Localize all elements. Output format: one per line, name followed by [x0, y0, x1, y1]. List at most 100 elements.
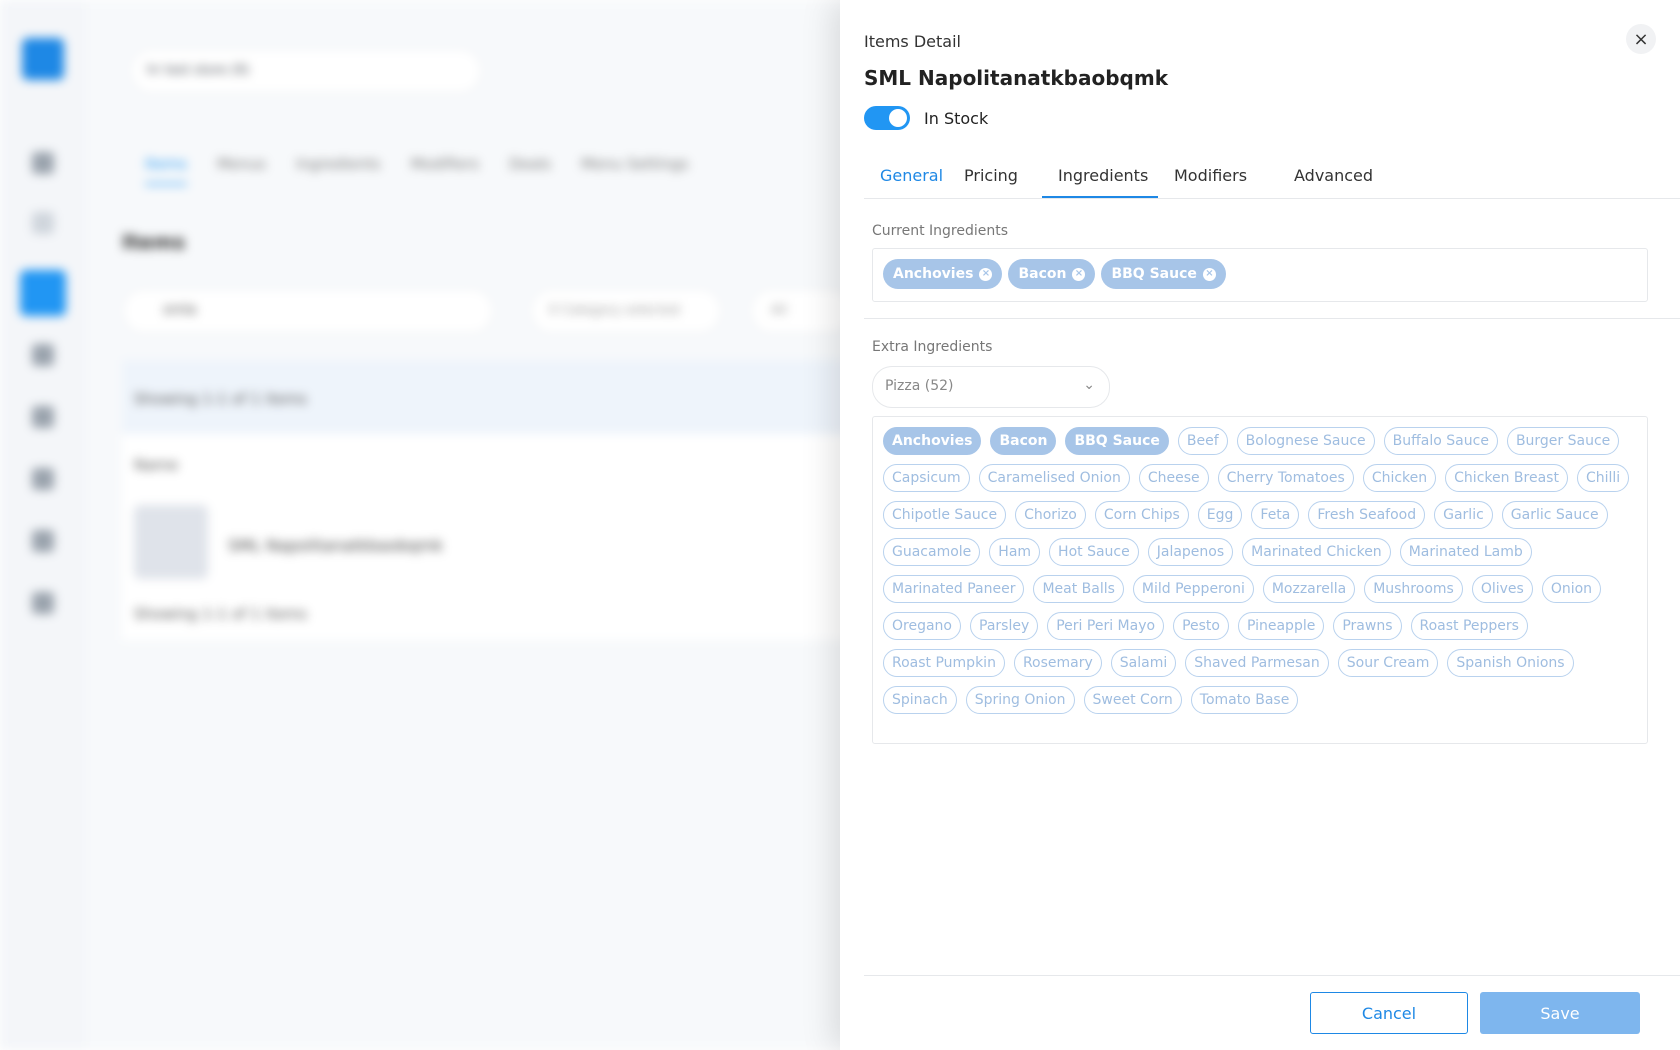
cancel-button[interactable]: Cancel	[1310, 992, 1468, 1034]
remove-chip-icon[interactable]: ×	[979, 267, 993, 281]
tab-modifiers[interactable]: Modifiers	[1174, 166, 1247, 185]
extra-ingredient-chip[interactable]: Capsicum	[883, 464, 970, 492]
extra-ingredient-chip[interactable]: BBQ Sauce	[1065, 427, 1169, 455]
extra-ingredient-chip[interactable]: Bolognese Sauce	[1236, 427, 1375, 455]
reports-icon[interactable]	[32, 406, 54, 428]
main-content: hr test store (9) Items Menus Ingredient…	[100, 0, 862, 1050]
items-table: Showing 1-1 of 1 items Name SML Napolita…	[122, 360, 862, 640]
in-stock-label: In Stock	[924, 109, 989, 128]
customers-icon[interactable]	[32, 344, 54, 366]
dashboard-icon[interactable]	[32, 152, 54, 174]
extra-ingredient-chip[interactable]: Chicken	[1362, 464, 1437, 492]
section-divider	[864, 318, 1680, 319]
chip-label: Anchovies	[893, 266, 974, 282]
extra-ingredient-chip[interactable]: Garlic	[1434, 501, 1493, 529]
extra-ingredient-chip[interactable]: Tomato Base	[1190, 686, 1299, 714]
extra-ingredient-chip[interactable]: Rosemary	[1013, 649, 1102, 677]
extra-ingredient-chip[interactable]: Mushrooms	[1364, 575, 1463, 603]
current-ingredient-chip[interactable]: Bacon ×	[1008, 259, 1096, 289]
active-tab-underline	[1042, 196, 1158, 198]
current-ingredient-chip[interactable]: BBQ Sauce ×	[1101, 259, 1226, 289]
extra-ingredient-chip[interactable]: Marinated Chicken	[1242, 538, 1391, 566]
extra-ingredient-chip[interactable]: Sweet Corn	[1083, 686, 1182, 714]
extra-ingredient-chip[interactable]: Caramelised Onion	[978, 464, 1130, 492]
table-row[interactable]: SML Napolitanatkbaobqmk	[228, 536, 443, 555]
extra-ingredient-chip[interactable]: Spinach	[883, 686, 957, 714]
orders-icon[interactable]	[32, 212, 54, 234]
extra-ingredient-chip[interactable]: Spanish Onions	[1447, 649, 1574, 677]
extra-ingredient-chip[interactable]: Beef	[1177, 427, 1228, 455]
extra-ingredient-chip[interactable]: Feta	[1251, 501, 1300, 529]
close-icon[interactable]: ×	[1626, 24, 1656, 54]
extra-ingredient-chip[interactable]: Oregano	[883, 612, 961, 640]
extra-ingredient-chip[interactable]: Mild Pepperoni	[1132, 575, 1254, 603]
tab-modifiers[interactable]: Modifiers	[411, 155, 479, 185]
current-ingredient-chip[interactable]: Anchovies ×	[883, 259, 1003, 289]
extra-ingredient-chip[interactable]: Meat Balls	[1033, 575, 1124, 603]
extra-ingredients-label: Extra Ingredients	[872, 339, 993, 355]
extra-ingredient-chip[interactable]: Guacamole	[883, 538, 981, 566]
extra-ingredient-chip[interactable]: Prawns	[1333, 612, 1402, 640]
extra-ingredient-chip[interactable]: Chicken Breast	[1445, 464, 1568, 492]
marketing-icon[interactable]	[32, 468, 54, 490]
tab-ingredients[interactable]: Ingredients	[296, 155, 381, 185]
tab-ingredients[interactable]: Ingredients	[1058, 166, 1148, 185]
tab-menus[interactable]: Menus	[217, 155, 266, 185]
extra-ingredient-chip[interactable]: Pesto	[1173, 612, 1229, 640]
remove-chip-icon[interactable]: ×	[1072, 267, 1086, 281]
extra-category-dropdown[interactable]: Pizza (52) ⌄	[872, 366, 1110, 408]
store-select[interactable]: hr test store (9)	[130, 48, 482, 94]
extra-ingredient-chip[interactable]: Parsley	[970, 612, 1039, 640]
tab-items[interactable]: Items	[145, 155, 187, 185]
extra-ingredient-chip[interactable]: Hot Sauce	[1049, 538, 1139, 566]
extra-ingredient-chip[interactable]: Olives	[1471, 575, 1533, 603]
extra-ingredient-chip[interactable]: Peri Peri Mayo	[1047, 612, 1165, 640]
extra-ingredient-chip[interactable]: Spring Onion	[965, 686, 1075, 714]
menu-nav-active[interactable]	[20, 270, 66, 316]
status-filter[interactable]: All	[750, 288, 852, 334]
extra-ingredient-chip[interactable]: Mozzarella	[1262, 575, 1356, 603]
extra-ingredient-chip[interactable]: Buffalo Sauce	[1383, 427, 1498, 455]
tab-advanced[interactable]: Advanced	[1294, 166, 1373, 185]
extra-ingredient-chip[interactable]: Roast Peppers	[1410, 612, 1528, 640]
edit-icon[interactable]	[32, 530, 54, 552]
extra-ingredient-chip[interactable]: Pineapple	[1237, 612, 1325, 640]
extra-ingredient-chip[interactable]: Cherry Tomatoes	[1217, 464, 1354, 492]
extra-ingredient-chip[interactable]: Chilli	[1576, 464, 1630, 492]
search-input[interactable]: smla	[122, 288, 494, 334]
app-logo	[22, 38, 64, 80]
chevron-down-icon: ⌄	[1083, 377, 1095, 393]
save-button[interactable]: Save	[1480, 992, 1640, 1034]
remove-chip-icon[interactable]: ×	[1202, 267, 1216, 281]
extra-ingredient-chip[interactable]: Egg	[1197, 501, 1243, 529]
tab-pricing[interactable]: Pricing	[964, 166, 1018, 185]
extra-ingredient-chip[interactable]: Chorizo	[1015, 501, 1086, 529]
extra-ingredient-chip[interactable]: Garlic Sauce	[1501, 501, 1608, 529]
extra-ingredient-chip[interactable]: Chipotle Sauce	[883, 501, 1007, 529]
extra-ingredient-chip[interactable]: Sour Cream	[1337, 649, 1439, 677]
drawer-subtitle: Items Detail	[864, 32, 961, 51]
extra-ingredient-chip[interactable]: Shaved Parmesan	[1185, 649, 1329, 677]
extra-ingredient-chip[interactable]: Marinated Paneer	[883, 575, 1025, 603]
extra-ingredient-chip[interactable]: Onion	[1541, 575, 1602, 603]
in-stock-toggle[interactable]	[864, 106, 910, 130]
category-filter[interactable]: 0 Category selected	[530, 288, 722, 334]
tab-general[interactable]: General	[880, 166, 943, 185]
extra-ingredient-chip[interactable]: Jalapenos	[1147, 538, 1234, 566]
extra-ingredient-chip[interactable]: Cheese	[1138, 464, 1209, 492]
footer-divider	[864, 975, 1680, 976]
main-tabs: Items Menus Ingredients Modifiers Deals …	[145, 155, 689, 185]
extra-ingredient-chip[interactable]: Bacon	[990, 427, 1057, 455]
extra-ingredient-chip[interactable]: Ham	[989, 538, 1041, 566]
extra-ingredient-chip[interactable]: Burger Sauce	[1506, 427, 1620, 455]
extra-ingredient-chip[interactable]: Fresh Seafood	[1308, 501, 1426, 529]
settings-icon[interactable]	[32, 592, 54, 614]
tab-menu-settings[interactable]: Menu Settings	[581, 155, 688, 185]
extra-ingredient-chip[interactable]: Salami	[1110, 649, 1177, 677]
extra-ingredient-chip[interactable]: Corn Chips	[1094, 501, 1189, 529]
extra-ingredient-chip[interactable]: Roast Pumpkin	[883, 649, 1005, 677]
tab-deals[interactable]: Deals	[509, 155, 551, 185]
extra-ingredient-chip[interactable]: Anchovies	[883, 427, 982, 455]
dropdown-value: Pizza (52)	[885, 378, 954, 394]
extra-ingredient-chip[interactable]: Marinated Lamb	[1399, 538, 1532, 566]
